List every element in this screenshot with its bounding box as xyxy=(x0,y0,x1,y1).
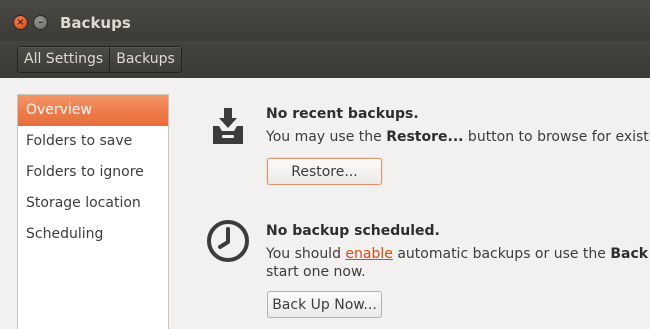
breadcrumb: All Settings Backups xyxy=(17,46,182,73)
minimize-window-button[interactable]: – xyxy=(34,16,47,29)
minimize-icon: – xyxy=(38,16,43,28)
back-up-now-button[interactable]: Back Up Now... xyxy=(267,291,382,318)
no-recent-backups-title: No recent backups. xyxy=(266,106,419,122)
restore-button[interactable]: Restore... xyxy=(267,158,382,185)
toolbar: All Settings Backups xyxy=(0,41,650,78)
close-window-button[interactable]: × xyxy=(14,16,27,29)
recent-backups-section: No recent backups. You may use the Resto… xyxy=(205,78,650,198)
close-icon: × xyxy=(16,16,25,28)
schedule-description-line2: start one now. xyxy=(266,264,366,280)
window-titlebar: × – Backups xyxy=(0,0,650,41)
sidebar-item-folders-to-ignore[interactable]: Folders to ignore xyxy=(18,157,168,188)
sidebar-item-storage-location[interactable]: Storage location xyxy=(18,188,168,219)
clock-icon xyxy=(207,220,249,262)
sidebar: Overview Folders to save Folders to igno… xyxy=(17,94,169,329)
recent-backups-description: You may use the Restore... button to bro… xyxy=(266,129,650,145)
backup-restore-icon xyxy=(213,108,243,144)
schedule-description: You should enable automatic backups or u… xyxy=(266,246,650,262)
content-area: Overview Folders to save Folders to igno… xyxy=(0,78,650,329)
breadcrumb-backups[interactable]: Backups xyxy=(109,47,181,72)
sidebar-item-scheduling[interactable]: Scheduling xyxy=(18,219,168,250)
no-backup-scheduled-title: No backup scheduled. xyxy=(266,223,440,239)
backup-schedule-section: No backup scheduled. You should enable a… xyxy=(205,208,650,329)
sidebar-item-overview[interactable]: Overview xyxy=(18,95,168,126)
enable-link[interactable]: enable xyxy=(345,246,392,262)
sidebar-item-folders-to-save[interactable]: Folders to save xyxy=(18,126,168,157)
breadcrumb-all-settings[interactable]: All Settings xyxy=(18,47,109,72)
window-title: Backups xyxy=(60,14,131,32)
